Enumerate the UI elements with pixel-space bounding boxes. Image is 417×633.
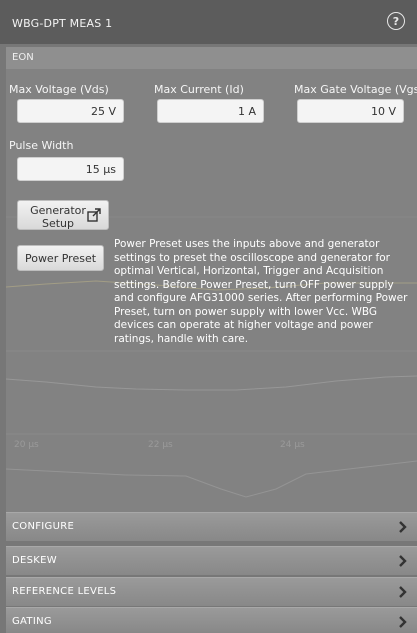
generator-setup-button[interactable]: Generator Setup: [17, 200, 109, 230]
external-link-icon: [87, 208, 101, 222]
max-gate-voltage-label: Max Gate Voltage (Vgs): [294, 83, 417, 96]
max-gate-voltage-input[interactable]: 10 V: [297, 99, 404, 123]
max-current-label: Max Current (Id): [154, 83, 244, 96]
pulse-width-label: Pulse Width: [9, 139, 74, 152]
axis-tick-label: 24 µs: [280, 440, 305, 450]
menu-item-gating[interactable]: GATING: [6, 607, 417, 633]
max-voltage-label: Max Voltage (Vds): [9, 83, 109, 96]
max-voltage-input[interactable]: 25 V: [17, 99, 124, 123]
generator-setup-label-line2: Setup: [41, 217, 75, 230]
menu-item-deskew[interactable]: DESKEW: [6, 546, 417, 575]
menu-item-configure[interactable]: CONFIGURE: [6, 512, 417, 541]
window-title: WBG-DPT MEAS 1: [12, 17, 113, 30]
axis-tick-label: 22 µs: [148, 440, 173, 450]
power-preset-description: Power Preset uses the inputs above and g…: [114, 238, 408, 345]
section-header[interactable]: EON: [6, 47, 417, 69]
settings-panel: 20 µs 22 µs 24 µs Max Voltage (Vds) 25 V…: [6, 69, 417, 512]
power-preset-label: Power Preset: [24, 252, 97, 265]
menu-item-label: REFERENCE LEVELS: [12, 586, 117, 597]
generator-setup-label-line1: Generator: [30, 204, 86, 217]
menu-item-reference-levels[interactable]: REFERENCE LEVELS: [6, 577, 417, 606]
menu-item-label: GATING: [12, 616, 52, 627]
section-label: EON: [12, 52, 34, 63]
max-current-input[interactable]: 1 A: [157, 99, 264, 123]
chevron-right-icon: [399, 555, 407, 567]
title-bar: WBG-DPT MEAS 1 ?: [0, 0, 417, 44]
generator-setup-label: Generator Setup: [28, 204, 88, 230]
help-icon[interactable]: ?: [387, 12, 405, 30]
chevron-right-icon: [399, 616, 407, 628]
power-preset-button[interactable]: Power Preset: [17, 245, 104, 271]
pulse-width-input[interactable]: 15 µs: [17, 157, 124, 181]
chevron-right-icon: [399, 586, 407, 598]
axis-tick-label: 20 µs: [14, 440, 39, 450]
chevron-right-icon: [399, 521, 407, 533]
menu-item-label: CONFIGURE: [12, 521, 75, 532]
menu-item-label: DESKEW: [12, 555, 57, 566]
